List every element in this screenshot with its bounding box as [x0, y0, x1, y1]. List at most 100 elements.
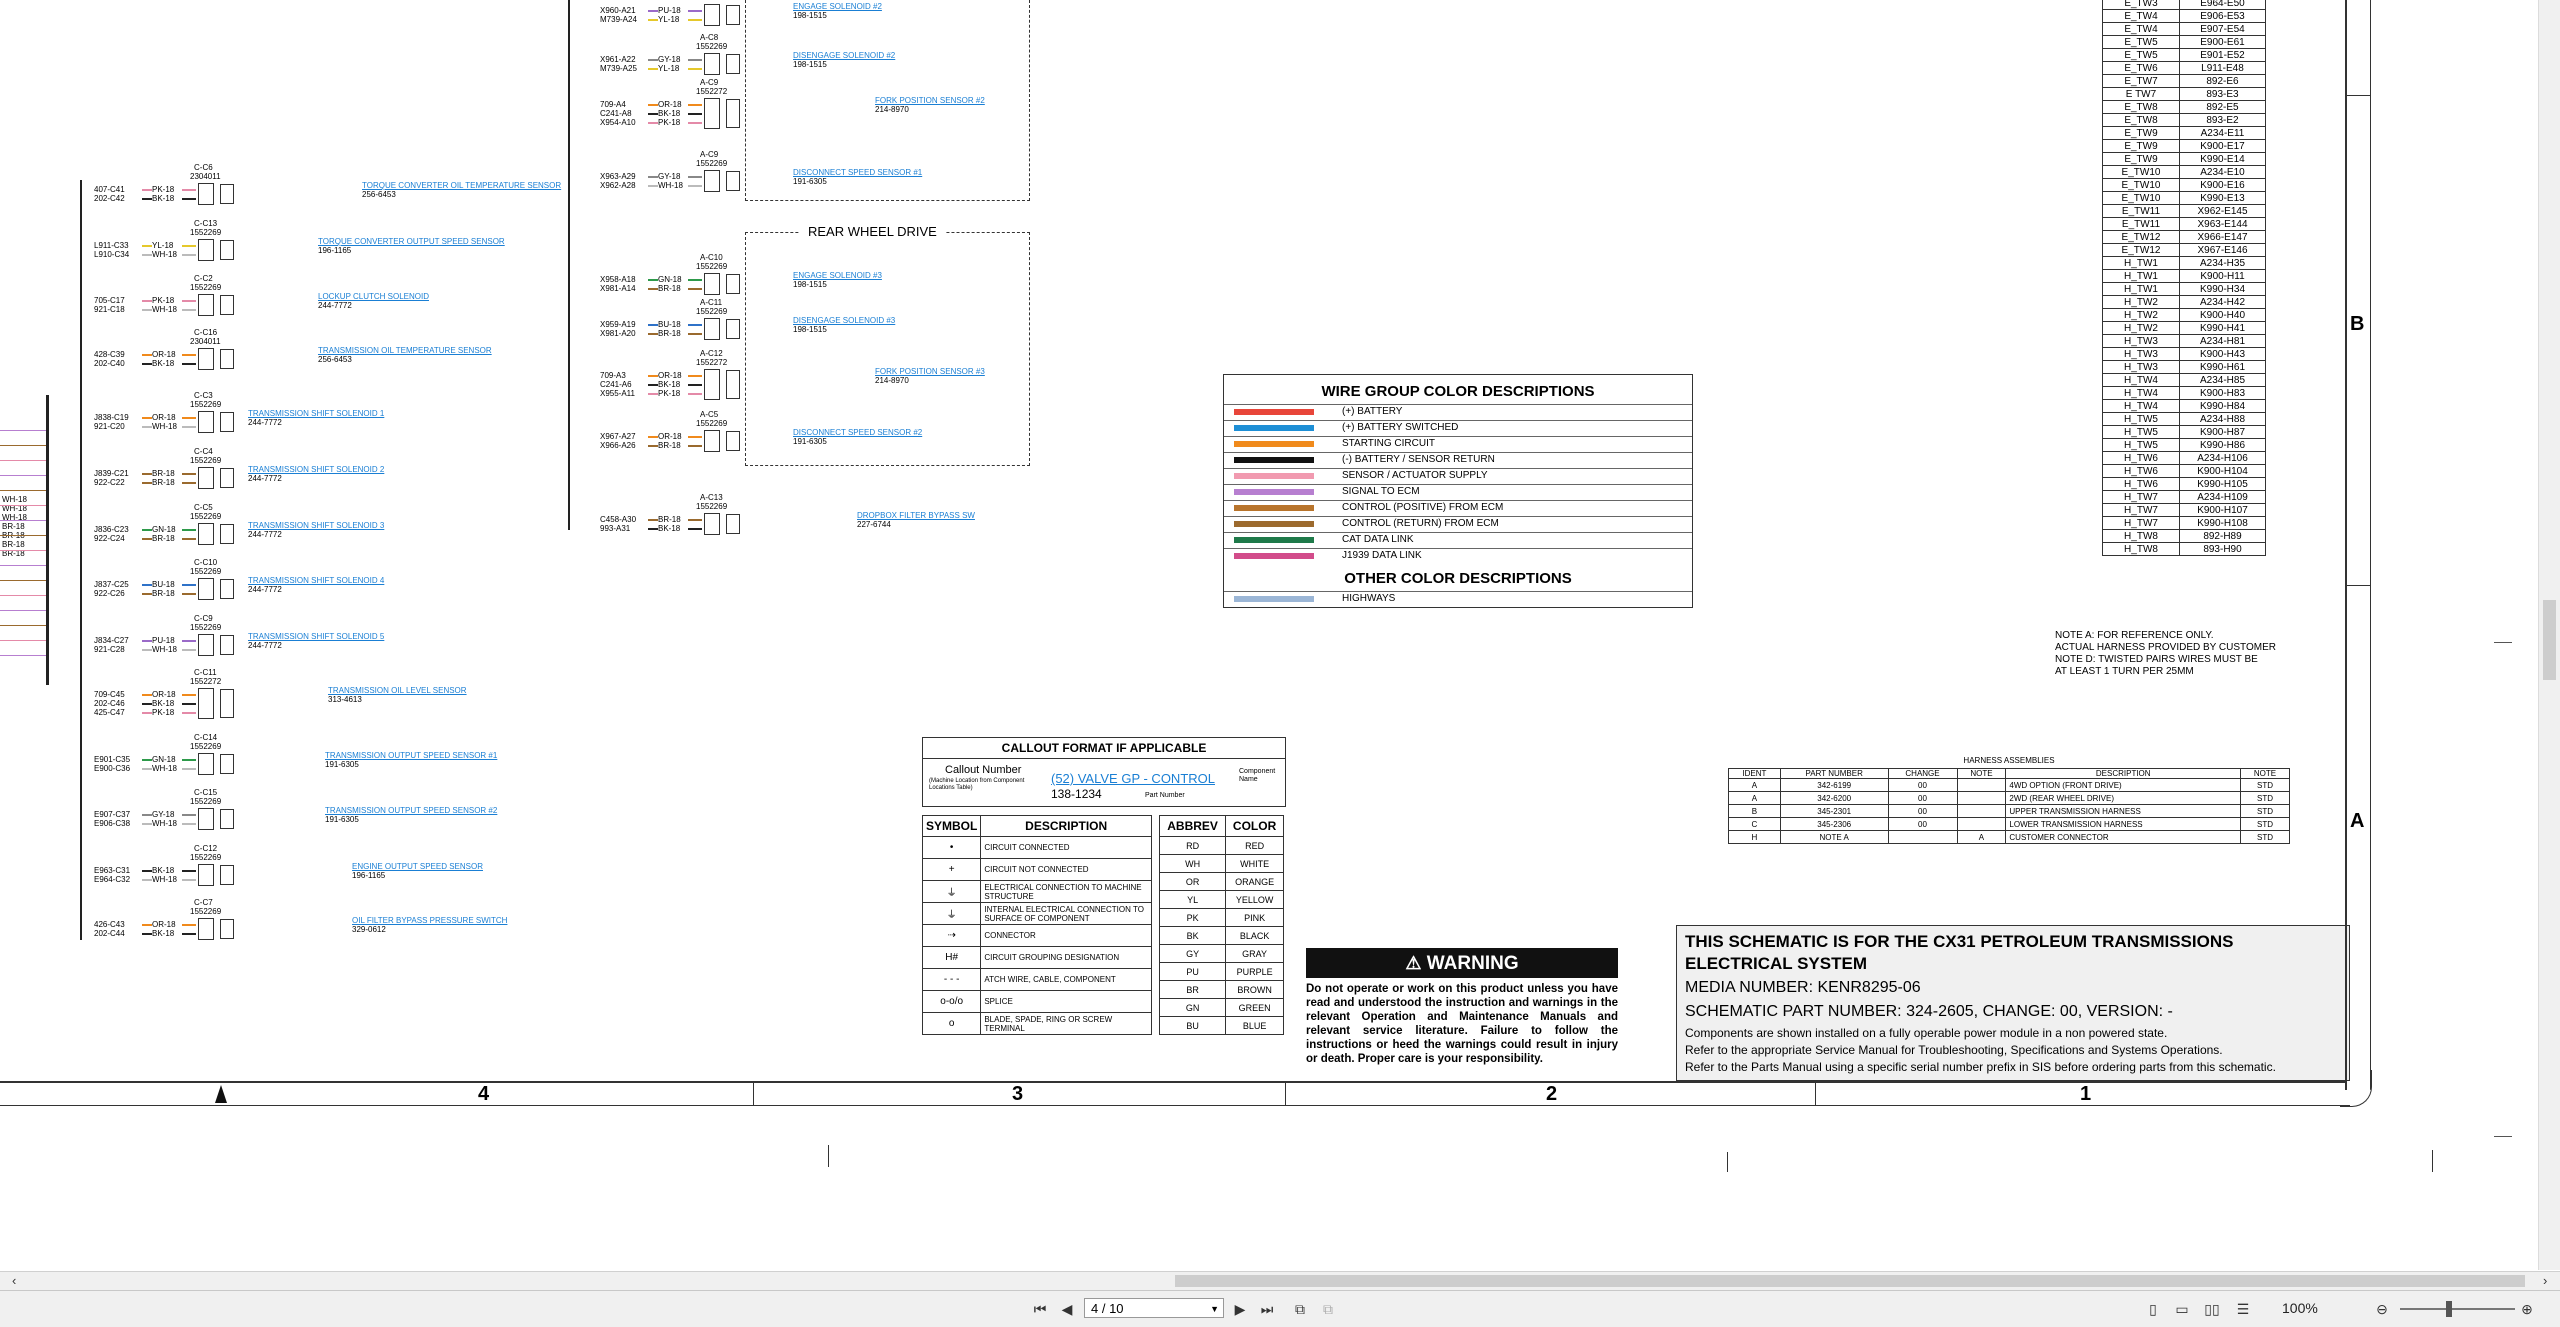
- warning-triangle-icon: ⚠: [1405, 953, 1422, 973]
- component-link[interactable]: TRANSMISSION OIL TEMPERATURE SENSOR: [318, 346, 492, 355]
- left-edge-wire: [0, 655, 46, 656]
- vertical-scroll-thumb[interactable]: [2543, 600, 2556, 680]
- wire-line: [142, 933, 152, 935]
- two-page-continuous-view-icon[interactable]: ☰: [2233, 1299, 2253, 1319]
- twisted-pair-id: H_TW1: [2102, 269, 2180, 283]
- symbol-description: CONNECTOR: [980, 924, 1152, 947]
- color-abbrev-row: WH WHITE: [1158, 854, 1284, 873]
- component-link[interactable]: DROPBOX FILTER BYPASS SW: [857, 511, 975, 520]
- connector-body: [198, 808, 214, 830]
- component-link[interactable]: TRANSMISSION SHIFT SOLENOID 4: [248, 576, 384, 585]
- connector-id: C-C2: [194, 274, 213, 283]
- component-link[interactable]: TORQUE CONVERTER OIL TEMPERATURE SENSOR: [362, 181, 561, 190]
- zoom-slider-track[interactable]: [2400, 1308, 2515, 1310]
- wire-line: [182, 933, 196, 935]
- component-part-number: 198-1515: [793, 60, 827, 69]
- continuous-view-icon[interactable]: ▭: [2172, 1299, 2192, 1319]
- wire-color-code: BU-18: [152, 580, 175, 589]
- zoom-in-icon[interactable]: ⊕: [2517, 1299, 2537, 1319]
- component-link[interactable]: ENGAGE SOLENOID #2: [793, 2, 882, 11]
- component-link[interactable]: TORQUE CONVERTER OUTPUT SPEED SENSOR: [318, 237, 505, 246]
- left-edge-wire: [0, 565, 46, 566]
- scroll-left-arrow-icon[interactable]: ‹: [12, 1273, 16, 1288]
- single-page-view-icon[interactable]: ▯: [2143, 1299, 2163, 1319]
- first-page-icon[interactable]: ⏮: [1030, 1299, 1050, 1319]
- harness-row: H NOTE A A CUSTOMER CONNECTOR STD: [1728, 830, 2290, 844]
- harness-cell: A: [1728, 778, 1781, 792]
- wire-line: [142, 482, 152, 484]
- wire-line: [182, 712, 196, 714]
- zoom-slider-handle[interactable]: [2446, 1301, 2452, 1317]
- component-link[interactable]: FORK POSITION SENSOR #3: [875, 367, 985, 376]
- wire-id: J839-C21: [94, 469, 129, 478]
- connector-part: 1552269: [696, 419, 728, 428]
- twisted-pair-id: H_TW2: [2102, 308, 2180, 322]
- wire-line: [688, 436, 702, 438]
- wire-line: [182, 814, 196, 816]
- twisted-pair-id: E_TW4: [2102, 9, 2180, 23]
- vertical-scrollbar[interactable]: [2538, 0, 2560, 1270]
- component-link[interactable]: FORK POSITION SENSOR #2: [875, 96, 985, 105]
- component-link[interactable]: TRANSMISSION OUTPUT SPEED SENSOR #2: [325, 806, 497, 815]
- scroll-right-arrow-icon[interactable]: ›: [2543, 1273, 2547, 1288]
- component-link[interactable]: TRANSMISSION SHIFT SOLENOID 2: [248, 465, 384, 474]
- zoom-out-icon[interactable]: ⊖: [2372, 1299, 2392, 1319]
- last-page-icon[interactable]: ⏭: [1257, 1299, 1277, 1319]
- component-link[interactable]: LOCKUP CLUTCH SOLENOID: [318, 292, 429, 301]
- component-link[interactable]: TRANSMISSION OUTPUT SPEED SENSOR #1: [325, 751, 497, 760]
- fit-width-icon[interactable]: ⧉: [1318, 1299, 1338, 1319]
- harness-cell: CUSTOMER CONNECTOR: [2005, 830, 2242, 844]
- wire-id: X954-A10: [600, 118, 636, 127]
- wire-list-row: H_TW7 A234-H109: [2102, 490, 2266, 504]
- next-page-icon[interactable]: ▶: [1230, 1299, 1250, 1319]
- component-link[interactable]: DISCONNECT SPEED SENSOR #2: [793, 428, 922, 437]
- harness-header: PART NUMBER: [1779, 768, 1889, 779]
- connector-part: 1552272: [696, 87, 728, 96]
- component-link[interactable]: DISENGAGE SOLENOID #3: [793, 316, 895, 325]
- component-link[interactable]: TRANSMISSION OIL LEVEL SENSOR: [328, 686, 467, 695]
- component-link[interactable]: TRANSMISSION SHIFT SOLENOID 5: [248, 632, 384, 641]
- harness-cell: A: [1728, 791, 1781, 805]
- wire-line: [142, 198, 152, 200]
- twisted-pair-wires: L911-E48: [2179, 61, 2266, 75]
- component-link[interactable]: OIL FILTER BYPASS PRESSURE SWITCH: [352, 916, 507, 925]
- component-symbol-icon: [220, 184, 234, 204]
- wire-line: [182, 538, 196, 540]
- wire-list-row: E_TW9 A234-E11: [2102, 126, 2266, 140]
- component-link[interactable]: ENGINE OUTPUT SPEED SENSOR: [352, 862, 483, 871]
- twisted-pair-wires: A234-E10: [2179, 165, 2266, 179]
- twisted-pair-id: E_TW8: [2102, 113, 2180, 127]
- twisted-pair-id: H_TW8: [2102, 529, 2180, 543]
- page-dropdown-chevron-icon[interactable]: ▼: [1210, 1299, 1219, 1319]
- twisted-pair-wires: 893-E3: [2179, 87, 2266, 101]
- wire-color-code: BU-18: [658, 320, 681, 329]
- horizontal-scrollbar[interactable]: ‹ ›: [0, 1271, 2560, 1290]
- component-link[interactable]: ENGAGE SOLENOID #3: [793, 271, 882, 280]
- symbol-glyph: o-o/o: [921, 990, 982, 1013]
- color-name: RED: [1225, 836, 1284, 855]
- drawing-border-bottom-outer: [0, 1105, 2350, 1106]
- twisted-pair-id: E_TW11: [2102, 204, 2180, 218]
- two-page-view-icon[interactable]: ▯▯: [2202, 1299, 2222, 1319]
- twisted-pair-id: H_TW1: [2102, 282, 2180, 296]
- callout-part-label: Part Number: [1145, 792, 1185, 799]
- wire-id: J838-C19: [94, 413, 129, 422]
- page-number-field[interactable]: 4 / 10 ▼: [1084, 1298, 1224, 1318]
- component-link[interactable]: DISENGAGE SOLENOID #2: [793, 51, 895, 60]
- wire-color-code: GY-18: [658, 172, 681, 181]
- horizontal-scroll-thumb[interactable]: [1175, 1275, 2525, 1287]
- harness-cell: STD: [2240, 830, 2290, 844]
- previous-page-icon[interactable]: ◀: [1057, 1299, 1077, 1319]
- wire-line: [648, 10, 658, 12]
- color-abbrev: OR: [1158, 872, 1227, 891]
- color-name: BROWN: [1225, 980, 1284, 999]
- component-link[interactable]: DISCONNECT SPEED SENSOR #1: [793, 168, 922, 177]
- wire-group-row: STARTING CIRCUIT: [1224, 436, 1692, 452]
- component-link[interactable]: TRANSMISSION SHIFT SOLENOID 3: [248, 521, 384, 530]
- wire-line: [182, 768, 196, 770]
- component-link[interactable]: TRANSMISSION SHIFT SOLENOID 1: [248, 409, 384, 418]
- harness-cell: 00: [1887, 804, 1958, 818]
- twisted-pair-wires: 892-E6: [2179, 74, 2266, 88]
- fit-page-icon[interactable]: ⧉: [1290, 1299, 1310, 1319]
- title-line-2: ELECTRICAL SYSTEM: [1685, 954, 1867, 973]
